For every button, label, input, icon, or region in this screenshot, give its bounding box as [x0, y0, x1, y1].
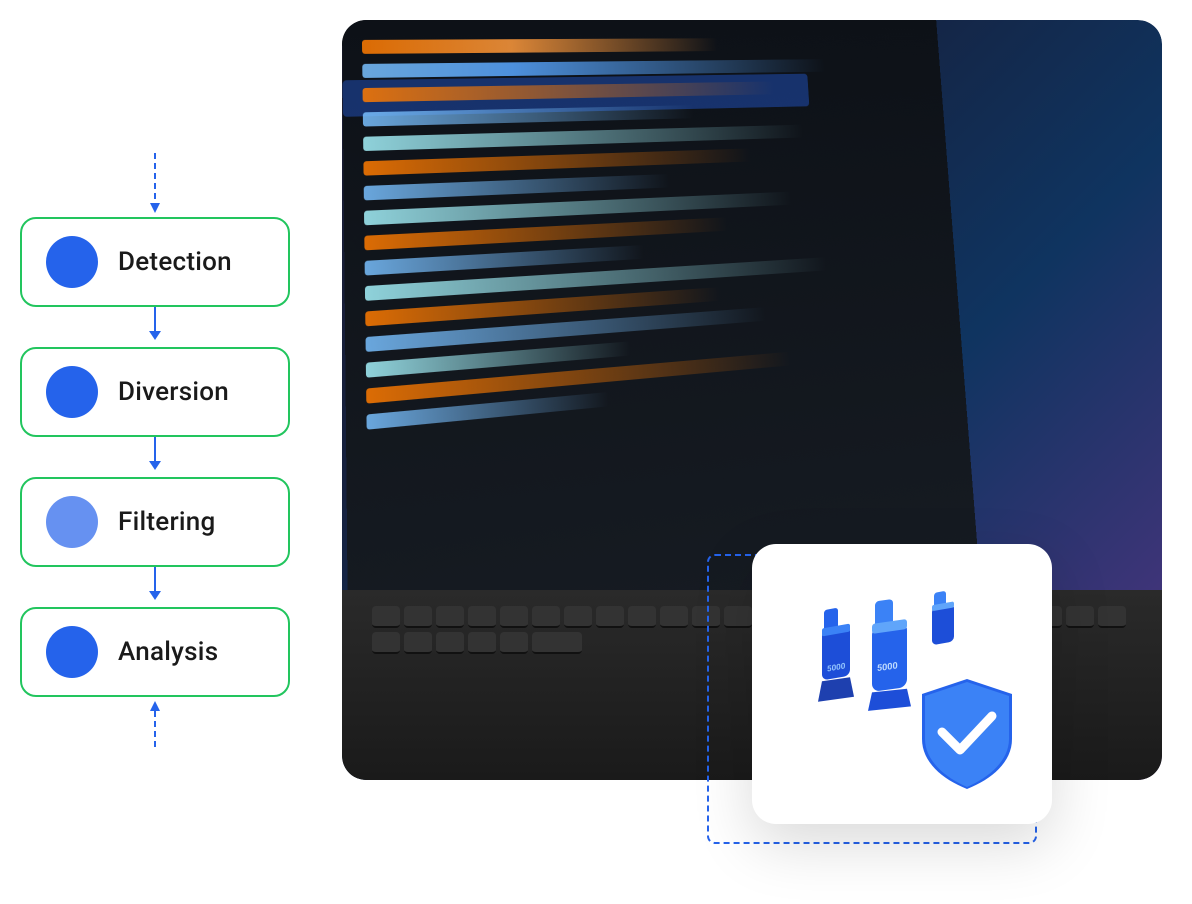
top-dashed-arrow-icon	[148, 153, 162, 213]
arrow-3	[149, 567, 161, 607]
arrow-1	[149, 307, 161, 347]
keyboard-key	[660, 606, 688, 628]
code-line	[363, 148, 751, 175]
step-circle-diversion	[46, 366, 98, 418]
code-line	[362, 38, 718, 54]
step-label-analysis: Analysis	[118, 637, 218, 667]
step-diversion: Diversion	[20, 347, 290, 437]
shield-check-icon	[912, 674, 1022, 794]
keyboard-key	[532, 632, 582, 654]
step-label-filtering: Filtering	[118, 507, 216, 537]
step-label-detection: Detection	[118, 247, 232, 277]
keyboard-key	[532, 606, 560, 628]
keyboard-key	[1098, 606, 1126, 628]
bottom-dashed-line-icon	[148, 701, 162, 751]
security-badge-card: 5000 5000	[752, 544, 1052, 824]
step-circle-filtering	[46, 496, 98, 548]
step-circle-detection	[46, 236, 98, 288]
keyboard-key	[564, 606, 592, 628]
keyboard-key	[404, 632, 432, 654]
step-detection: Detection	[20, 217, 290, 307]
flow-panel: Detection Diversion Filtering	[20, 153, 290, 751]
code-line	[364, 174, 669, 200]
arrow-2	[149, 437, 161, 477]
keyboard-key	[436, 632, 464, 654]
step-circle-analysis	[46, 626, 98, 678]
keyboard-key	[628, 606, 656, 628]
keyboard-key	[372, 632, 400, 654]
keyboard-key	[500, 632, 528, 654]
keyboard-key	[468, 606, 496, 628]
code-line	[363, 125, 803, 151]
keyboard-key	[500, 606, 528, 628]
step-label-diversion: Diversion	[118, 377, 229, 407]
keyboard-key	[404, 606, 432, 628]
keyboard-key	[1066, 606, 1094, 628]
step-analysis: Analysis	[20, 607, 290, 697]
keyboard-key	[372, 606, 400, 628]
keyboard-key	[692, 606, 720, 628]
keyboard-key	[724, 606, 752, 628]
main-container: Detection Diversion Filtering	[0, 0, 1192, 904]
keyboard-key	[596, 606, 624, 628]
step-filtering: Filtering	[20, 477, 290, 567]
keyboard-key	[468, 632, 496, 654]
keyboard-key	[436, 606, 464, 628]
badge-icon-container: 5000 5000	[782, 574, 1022, 794]
